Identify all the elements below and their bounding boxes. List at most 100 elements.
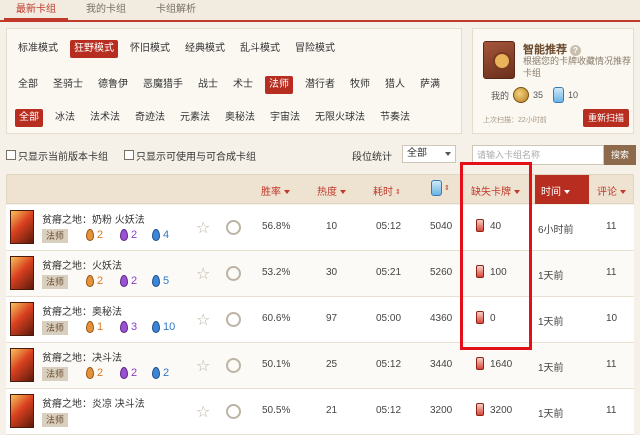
missing-vial-icon — [476, 357, 484, 370]
duration-cell: 05:00 — [376, 313, 402, 324]
class-shaman[interactable]: 萨满 — [417, 76, 443, 94]
header-popularity[interactable]: 热度 — [317, 183, 346, 198]
copy-deck-icon[interactable] — [226, 358, 241, 373]
search-button[interactable]: 搜索 — [604, 145, 636, 165]
class-tag: 法师 — [42, 229, 69, 243]
table-row[interactable]: 贫瘠之地：奥秘法 法师 1 3 10 ☆ 60.6% 97 05:00 4360… — [6, 297, 634, 343]
class-all[interactable]: 全部 — [15, 76, 41, 94]
dust-cell: 5260 — [430, 267, 453, 278]
copy-deck-icon[interactable] — [226, 220, 241, 235]
class-rogue[interactable]: 潜行者 — [302, 76, 338, 94]
heat-cell: 21 — [326, 405, 338, 416]
recommend-description: 根据您的卡牌收藏情况推荐卡组 — [523, 56, 632, 78]
deck-name[interactable]: 贫瘠之地：炎凉 决斗法 — [42, 395, 145, 410]
table-row[interactable]: 贫瘠之地：火妖法 法师 2 2 5 ☆ 53.2% 30 05:21 5260 … — [6, 251, 634, 297]
chevron-down-icon — [445, 152, 451, 156]
class-hunter[interactable]: 猎人 — [382, 76, 408, 94]
deck-name[interactable]: 贫瘠之地：火妖法 — [42, 257, 122, 272]
comments-cell: 11 — [606, 267, 617, 278]
favorite-star-icon[interactable]: ☆ — [196, 218, 210, 238]
copy-deck-icon[interactable] — [226, 404, 241, 419]
smart-recommend-panel: 智能推荐? 根据您的卡牌收藏情况推荐卡组 我的 35 10 上次扫描：22小时前… — [472, 28, 634, 134]
favorite-star-icon[interactable]: ☆ — [196, 264, 210, 284]
mode-wild[interactable]: 狂野模式 — [70, 40, 118, 58]
class-demon-hunter[interactable]: 恶魔猎手 — [140, 76, 186, 94]
tab-deck-analysis[interactable]: 卡组解析 — [144, 0, 208, 20]
archetype-secret[interactable]: 奥秘法 — [222, 109, 258, 127]
favorite-star-icon[interactable]: ☆ — [196, 356, 210, 376]
dust-cell: 5040 — [430, 221, 453, 232]
legendary-count: 2 — [97, 367, 104, 379]
archetype-miracle[interactable]: 奇迹法 — [132, 109, 168, 127]
archetype-all[interactable]: 全部 — [15, 109, 43, 127]
copy-deck-icon[interactable] — [226, 312, 241, 327]
mode-classic[interactable]: 经典模式 — [182, 40, 228, 58]
deck-name[interactable]: 贫瘠之地：决斗法 — [42, 349, 122, 364]
mode-classic-nostalgia[interactable]: 怀旧模式 — [127, 40, 173, 58]
class-tag: 法师 — [42, 321, 69, 335]
archetype-infinite-fireball[interactable]: 无限火球法 — [312, 109, 368, 127]
comments-cell: 11 — [606, 359, 617, 370]
mode-standard[interactable]: 标准模式 — [15, 40, 61, 58]
legendary-count: 1 — [97, 321, 104, 333]
favorite-star-icon[interactable]: ☆ — [196, 310, 210, 330]
comments-cell: 11 — [606, 405, 617, 416]
duration-cell: 05:21 — [376, 267, 402, 278]
archetype-freeze[interactable]: 冰法 — [52, 109, 78, 127]
heat-cell: 25 — [326, 359, 338, 370]
header-comments[interactable]: 评论 — [597, 183, 626, 198]
table-row[interactable]: 贫瘠之地：炎凉 决斗法 法师 ☆ 50.5% 21 05:12 3200 320… — [6, 389, 634, 435]
help-icon[interactable]: ? — [570, 44, 581, 56]
only-current-checkbox[interactable] — [6, 150, 16, 160]
deck-art-image — [10, 394, 34, 428]
favorite-star-icon[interactable]: ☆ — [196, 402, 210, 422]
archetype-elemental[interactable]: 元素法 — [177, 109, 213, 127]
archetype-spell[interactable]: 法术法 — [87, 109, 123, 127]
mode-brawl[interactable]: 乱斗模式 — [237, 40, 283, 58]
duration-cell: 05:12 — [376, 359, 402, 370]
class-tag: 法师 — [42, 367, 69, 381]
class-druid[interactable]: 德鲁伊 — [95, 76, 131, 94]
table-row[interactable]: 贫瘠之地：奶粉 火妖法 法师 2 2 4 ☆ 56.8% 10 05:12 50… — [6, 205, 634, 251]
tab-my-decks[interactable]: 我的卡组 — [74, 0, 138, 20]
segment-select[interactable]: 全部 — [402, 145, 456, 163]
duration-cell: 05:12 — [376, 221, 402, 232]
header-comments-label: 评论 — [597, 187, 617, 198]
header-winrate[interactable]: 胜率 — [261, 183, 290, 198]
rare-count: 4 — [163, 229, 170, 241]
missing-vial-icon — [476, 403, 484, 416]
dust-cell: 3200 — [430, 405, 453, 416]
gold-count: 35 — [533, 90, 544, 100]
epic-gem-icon — [120, 321, 128, 333]
archetype-tempo[interactable]: 节奏法 — [377, 109, 413, 127]
mode-adventure[interactable]: 冒险模式 — [292, 40, 338, 58]
tab-latest-decks[interactable]: 最新卡组 — [4, 0, 68, 20]
epic-count: 3 — [131, 321, 138, 333]
class-mage[interactable]: 法师 — [265, 76, 293, 94]
only-current-label: 只显示当前版本卡组 — [18, 152, 108, 163]
copy-deck-icon[interactable] — [226, 266, 241, 281]
dust-cell: 4360 — [430, 313, 453, 324]
missing-cards-cell: 1640 — [490, 359, 513, 370]
deck-name[interactable]: 贫瘠之地：奶粉 火妖法 — [42, 211, 145, 226]
mode-row: 标准模式 狂野模式 怀旧模式 经典模式 乱斗模式 冒险模式 — [15, 39, 347, 59]
table-row[interactable]: 贫瘠之地：决斗法 法师 2 2 2 ☆ 50.1% 25 05:12 3440 … — [6, 343, 634, 389]
header-dust[interactable]: ⇕ — [431, 180, 450, 196]
filter-panel: 标准模式 狂野模式 怀旧模式 经典模式 乱斗模式 冒险模式 全部 圣骑士 德鲁伊… — [6, 28, 462, 134]
class-warrior[interactable]: 战士 — [195, 76, 221, 94]
sort-down-icon — [284, 190, 290, 195]
heat-cell: 97 — [326, 313, 338, 324]
header-duration[interactable]: 耗时 ⇕ — [373, 183, 401, 198]
header-time[interactable]: 时间 — [541, 183, 570, 198]
class-priest[interactable]: 牧师 — [347, 76, 373, 94]
heat-cell: 30 — [326, 267, 338, 278]
deck-name[interactable]: 贫瘠之地：奥秘法 — [42, 303, 122, 318]
archetype-cosmic[interactable]: 宇宙法 — [267, 109, 303, 127]
only-craftable-checkbox[interactable] — [124, 150, 134, 160]
epic-count: 2 — [131, 229, 138, 241]
class-paladin[interactable]: 圣骑士 — [50, 76, 86, 94]
time-cell: 1天前 — [538, 271, 564, 282]
rescan-button[interactable]: 重新扫描 — [583, 109, 629, 127]
comments-cell: 10 — [606, 313, 618, 324]
class-warlock[interactable]: 术士 — [230, 76, 256, 94]
